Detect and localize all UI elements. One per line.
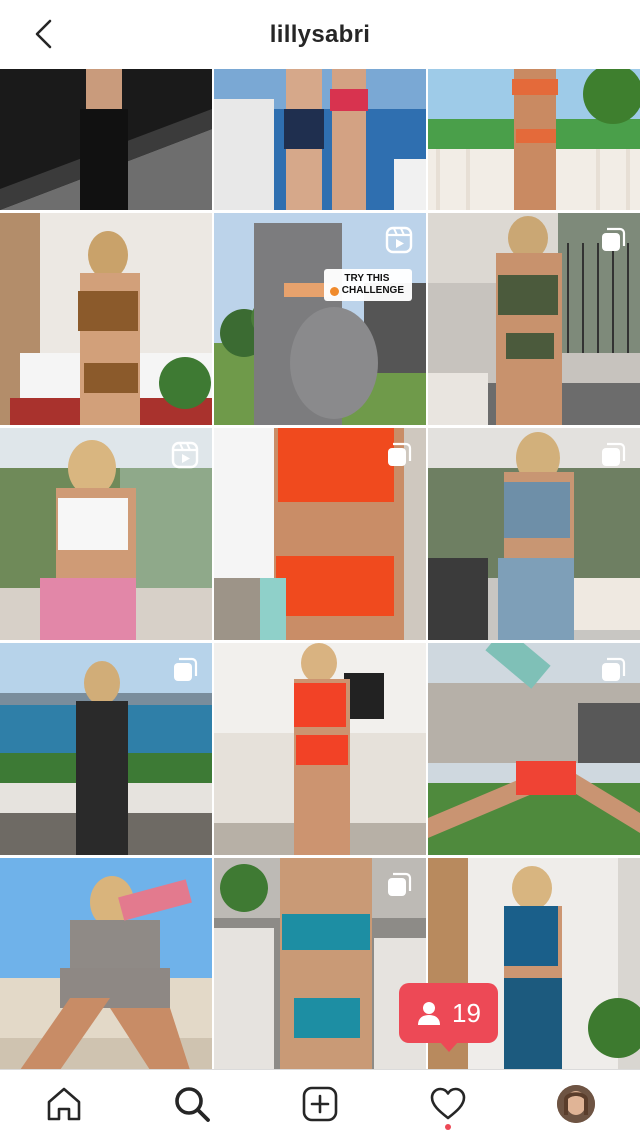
nav-home[interactable] [44,1084,84,1124]
post-tile[interactable] [428,213,640,425]
profile-grid-screen: lillysabri TRY THIS CHALLENGE 19 [0,0,640,1138]
post-tile[interactable] [214,858,426,1069]
page-title: lillysabri [269,20,371,48]
carousel-icon [599,656,627,684]
back-button[interactable] [24,14,64,54]
post-tile[interactable] [428,69,640,210]
post-tile[interactable] [0,213,212,425]
post-tile[interactable] [214,69,426,210]
carousel-icon [171,656,199,684]
post-tile[interactable] [0,643,212,855]
post-tile[interactable] [0,69,212,210]
post-tile[interactable] [0,858,212,1069]
heart-icon [430,1087,466,1120]
post-tile[interactable] [428,428,640,640]
bottom-navigation [0,1069,640,1138]
post-tile[interactable] [428,643,640,855]
reel-icon [171,441,199,469]
challenge-sticker: TRY THIS CHALLENGE [323,269,412,301]
person-icon [418,1002,441,1025]
nav-activity[interactable] [428,1084,468,1124]
notification-count: 19 [452,997,481,1028]
carousel-icon [385,441,413,469]
carousel-icon [385,871,413,899]
activity-indicator-dot [445,1124,451,1130]
posts-grid: TRY THIS CHALLENGE [0,69,640,1069]
nav-new-post[interactable] [300,1084,340,1124]
carousel-icon [599,441,627,469]
chevron-left-icon [35,19,52,49]
post-tile[interactable] [214,428,426,640]
top-bar: lillysabri [0,0,640,69]
new-post-icon [302,1086,338,1122]
carousel-icon [599,226,627,254]
sticker-text-line2: CHALLENGE [341,285,404,296]
home-icon [47,1087,81,1121]
profile-avatar[interactable] [557,1085,595,1123]
activity-notification-bubble[interactable]: 19 [399,983,498,1052]
reel-icon [385,226,413,254]
post-tile[interactable] [214,643,426,855]
post-tile[interactable]: TRY THIS CHALLENGE [214,213,426,425]
flame-icon [329,286,339,296]
search-icon [175,1087,210,1122]
post-tile[interactable] [0,428,212,640]
nav-search[interactable] [172,1084,212,1124]
sticker-text-line1: TRY THIS [344,273,390,284]
